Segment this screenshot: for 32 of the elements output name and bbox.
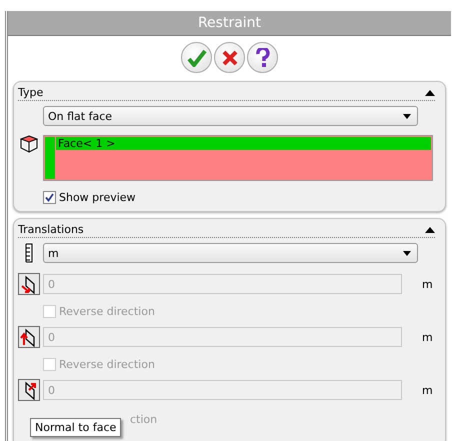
checkbox-label: Show preview (59, 191, 136, 204)
checkbox-label: Reverse direction (59, 358, 155, 371)
unit-label: m (422, 330, 433, 344)
help-icon (256, 48, 270, 68)
help-button[interactable] (247, 42, 278, 73)
check-icon (45, 193, 54, 202)
caret-icon (403, 114, 411, 118)
unit-dropdown[interactable]: m (43, 243, 418, 263)
checkbox-label: ction (130, 413, 158, 426)
cube-icon (20, 135, 38, 153)
type-dropdown[interactable]: On flat face (43, 106, 418, 126)
unit-label: m (422, 384, 433, 396)
window-title: Restraint (8, 11, 451, 36)
direction-button[interactable] (18, 379, 40, 401)
check-icon (186, 48, 206, 66)
collapse-icon[interactable] (425, 226, 435, 232)
selection-list[interactable]: Face< 1 > (43, 135, 433, 181)
cancel-button[interactable] (214, 42, 245, 73)
group-title: Translations (18, 223, 84, 236)
tooltip: Normal to face (30, 418, 122, 437)
checkbox[interactable] (43, 191, 56, 204)
group-title: Type (18, 86, 44, 99)
collapse-icon[interactable] (425, 90, 435, 96)
direction-button[interactable] (18, 326, 40, 348)
direction-button[interactable] (18, 273, 40, 295)
ruler-icon (24, 243, 34, 263)
ok-button[interactable] (181, 42, 212, 73)
selection-item[interactable]: Face< 1 > (56, 137, 431, 150)
caret-icon (403, 250, 411, 256)
unit-label: m (422, 278, 433, 290)
close-icon (222, 50, 238, 66)
checkbox-label: Reverse direction (59, 305, 155, 318)
